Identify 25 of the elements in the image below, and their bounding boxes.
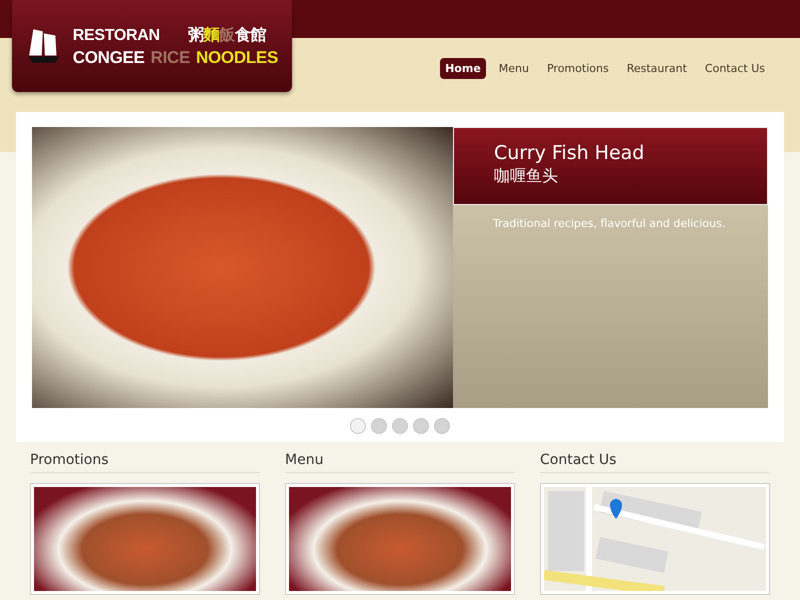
slider-dot[interactable]	[371, 418, 387, 434]
logo-text: RESTORAN	[72, 26, 160, 44]
slide-text: Traditional recipes, flavorful and delicious.	[492, 216, 726, 232]
slider-dot[interactable]	[413, 418, 429, 434]
slider-dot[interactable]	[350, 418, 366, 434]
logo-chinese-text: 食館	[234, 26, 266, 46]
logo-text: RICE	[150, 48, 190, 68]
logo-chinese-text: 飯	[219, 26, 235, 46]
logo-text: CONGEE	[72, 48, 145, 68]
logo-text: NOODLES	[196, 48, 278, 68]
nav-link[interactable]: Menu	[494, 58, 534, 79]
logo-chinese-text: 麵	[204, 26, 220, 46]
slide-subtitle: 咖喱鱼头	[494, 166, 559, 187]
nav-link[interactable]: Contact Us	[700, 58, 770, 79]
logo-chinese-text: 粥	[188, 26, 204, 46]
slider-dot[interactable]	[392, 418, 408, 434]
logo-banner[interactable]: RESTORAN 粥麵飯食館 CONGEE RICE NOODLES	[12, 0, 292, 92]
nav-link[interactable]: Restaurant	[622, 58, 692, 79]
slide-title: Curry Fish Head	[494, 142, 646, 164]
slider-dot[interactable]	[434, 418, 450, 434]
section-heading: Menu	[285, 452, 515, 473]
nav-link[interactable]: Home	[440, 58, 486, 79]
nav-link[interactable]: Promotions	[542, 58, 614, 79]
section-heading: Promotions	[30, 452, 260, 473]
section-heading: Contact Us	[540, 452, 770, 473]
